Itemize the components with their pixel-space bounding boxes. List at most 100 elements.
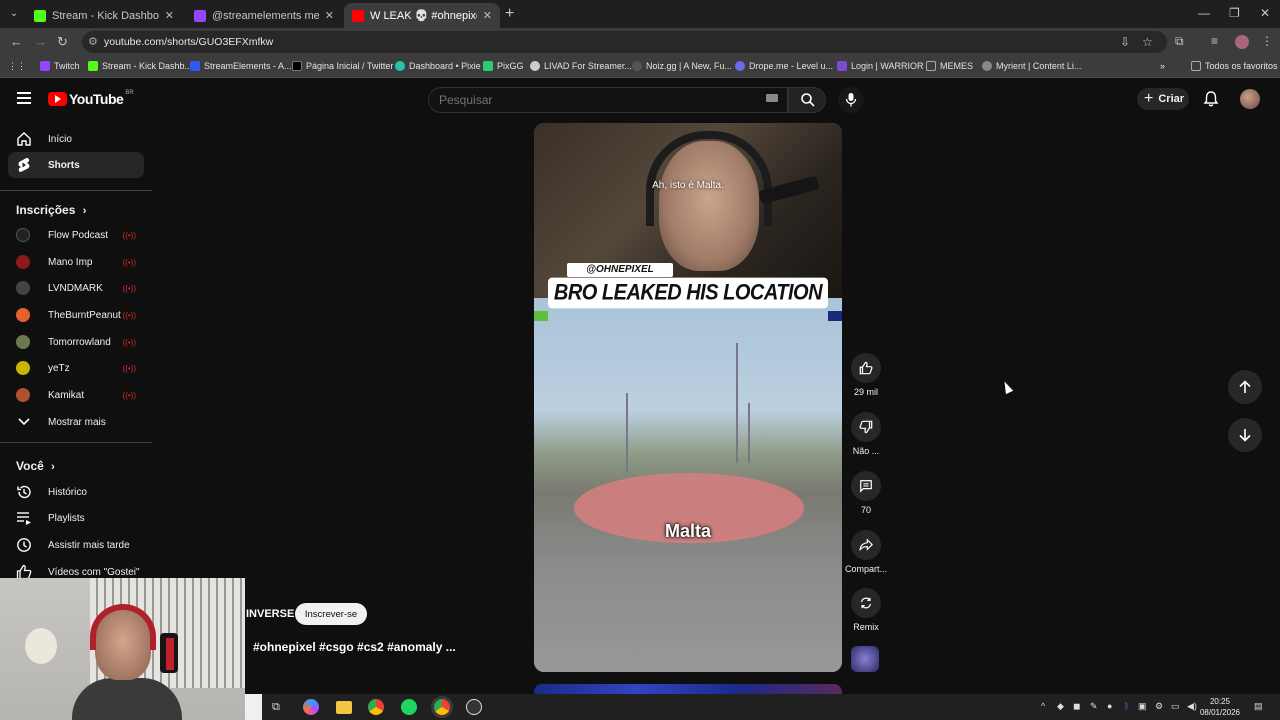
taskbar-clock[interactable]: 20:25 08/01/2026 xyxy=(1198,696,1242,718)
search-button[interactable] xyxy=(788,87,826,113)
playlists-icon xyxy=(16,510,32,526)
keyboard-icon[interactable] xyxy=(766,94,778,102)
bookmark-item[interactable]: Login | WARRIOR xyxy=(837,61,924,71)
dislike-circle xyxy=(851,412,881,442)
short-channel-name[interactable]: INVERSE xyxy=(246,608,294,620)
sidebar-divider xyxy=(0,190,152,191)
chrome-menu-icon[interactable]: ⋮ xyxy=(1261,34,1273,48)
bell-icon xyxy=(1203,91,1219,107)
taskbar-search-box[interactable] xyxy=(245,694,262,720)
bookmark-item[interactable]: LIVAD For Streamer... xyxy=(530,61,632,71)
like-button[interactable]: 29 mil xyxy=(842,353,890,397)
chrome-icon[interactable] xyxy=(368,699,384,715)
next-short-button[interactable] xyxy=(1228,418,1262,452)
bookmark-item[interactable]: Stream - Kick Dashb... xyxy=(88,61,192,71)
tray-app-icon[interactable]: ● xyxy=(1107,701,1112,711)
tray-app-icon[interactable]: ◼ xyxy=(1073,701,1080,712)
sidebar-item-flow-podcast[interactable]: Flow Podcast ((•)) xyxy=(8,222,144,248)
browser-tab[interactable]: @streamelements mention ✕ xyxy=(186,3,342,28)
sidebar-item-mano-imp[interactable]: Mano Imp ((•)) xyxy=(8,249,144,275)
show-more-button[interactable]: Mostrar mais xyxy=(8,409,144,435)
search-input[interactable] xyxy=(439,93,739,107)
back-icon[interactable]: ← xyxy=(10,34,23,49)
previous-short-button[interactable] xyxy=(1228,370,1262,404)
bookmark-folder[interactable]: MEMES xyxy=(926,61,973,71)
site-info-icon[interactable]: ⚙ xyxy=(88,35,98,48)
sidebar-item-shorts[interactable]: Shorts xyxy=(8,152,144,178)
headphones-shape xyxy=(646,131,772,226)
close-tab-icon[interactable]: ✕ xyxy=(483,9,492,22)
browser-tab-active[interactable]: W LEAK 💀 #ohnepixel #cs ✕ xyxy=(344,3,500,28)
install-app-icon[interactable]: ⇩ xyxy=(1120,35,1130,49)
bookmark-item[interactable]: StreamElements - A... xyxy=(190,61,292,71)
bluetooth-icon[interactable]: ᛒ xyxy=(1124,701,1129,711)
tab-search-icon[interactable]: ⌄ xyxy=(6,6,22,22)
short-video-player[interactable]: Ah, isto é Malta. @OHNEPIXEL BRO LEAKED … xyxy=(534,123,842,672)
sidebar-item-history[interactable]: Histórico xyxy=(8,479,144,505)
reload-icon[interactable]: ↻ xyxy=(57,34,68,50)
all-bookmarks-folder[interactable]: Todos os favoritos xyxy=(1191,61,1278,71)
copilot-icon[interactable] xyxy=(303,699,319,715)
spotify-icon[interactable] xyxy=(401,699,417,715)
audio-source-thumbnail[interactable] xyxy=(851,646,879,672)
notifications-button[interactable] xyxy=(1203,90,1219,113)
network-icon[interactable]: ▭ xyxy=(1171,701,1180,712)
bookmark-item[interactable]: Noiz.gg | A New, Fu... xyxy=(632,61,732,71)
sidebar-item-theburntpeanut[interactable]: TheBurntPeanut ((•)) xyxy=(8,302,144,328)
dislike-button[interactable]: Não ... xyxy=(842,412,890,456)
task-view-icon[interactable]: ⧉ xyxy=(272,701,280,714)
home-icon xyxy=(16,131,32,147)
close-window-icon[interactable]: ✕ xyxy=(1260,6,1270,20)
show-hidden-icons[interactable]: ^ xyxy=(1041,701,1045,711)
bookmark-item[interactable]: Twitch xyxy=(40,61,80,71)
browser-profile-avatar[interactable] xyxy=(1235,35,1249,49)
bookmark-star-icon[interactable]: ☆ xyxy=(1142,35,1153,49)
remix-button[interactable]: Remix xyxy=(842,588,890,632)
bookmark-item[interactable]: Myrient | Content Li... xyxy=(982,61,1081,71)
sidebar-item-yetz[interactable]: yeTz ((•)) xyxy=(8,355,144,381)
media-control-icon[interactable]: ≡ xyxy=(1211,34,1218,48)
create-button[interactable]: + Criar xyxy=(1137,88,1189,110)
bookmark-item[interactable]: Dashboard • Pixie xyxy=(395,61,481,71)
subscribe-button[interactable]: Inscrever-se xyxy=(295,603,367,625)
forward-icon[interactable]: → xyxy=(34,34,47,49)
account-avatar[interactable] xyxy=(1240,89,1260,109)
minimize-icon[interactable]: — xyxy=(1198,6,1210,20)
tray-app-icon[interactable]: ▣ xyxy=(1138,701,1147,712)
close-tab-icon[interactable]: ✕ xyxy=(165,9,174,22)
tray-app-icon[interactable]: ✎ xyxy=(1090,701,1098,712)
apps-icon[interactable]: ⋮⋮ xyxy=(8,61,26,72)
sidebar-item-watch-later[interactable]: Assistir mais tarde xyxy=(8,532,144,558)
more-bookmarks-icon[interactable]: » xyxy=(1160,61,1165,71)
chrome-active-icon[interactable] xyxy=(434,699,450,715)
address-bar[interactable]: ⚙ youtube.com/shorts/GUO3EFXmfkw ⇩ ☆ xyxy=(82,31,1167,53)
file-explorer-icon[interactable] xyxy=(336,701,352,714)
subscriptions-heading[interactable]: Inscrições › xyxy=(16,203,86,217)
sidebar-item-playlists[interactable]: Playlists xyxy=(8,505,144,531)
voice-search-button[interactable] xyxy=(838,87,864,113)
bookmark-item[interactable]: Drope.me - Level u... xyxy=(735,61,833,71)
restore-icon[interactable]: ❐ xyxy=(1229,6,1240,20)
sidebar-item-kamikat[interactable]: Kamikat ((•)) xyxy=(8,382,144,408)
you-heading[interactable]: Você › xyxy=(16,459,55,473)
new-tab-icon[interactable]: + xyxy=(505,5,514,23)
tray-app-icon[interactable]: ⚙ xyxy=(1155,701,1163,712)
sidebar-item-lvndmark[interactable]: LVNDMARK ((•)) xyxy=(8,275,144,301)
notification-center-icon[interactable]: ▤ xyxy=(1254,701,1263,712)
bookmark-item[interactable]: PixGG xyxy=(483,61,524,71)
sidebar-item-home[interactable]: Início xyxy=(8,126,144,152)
comments-button[interactable]: 70 xyxy=(842,471,890,515)
youtube-logo[interactable]: YouTube BR xyxy=(48,90,134,107)
browser-tab[interactable]: Stream - Kick Dashboard ✕ xyxy=(26,3,182,28)
volume-icon[interactable]: ◀) xyxy=(1187,701,1197,712)
menu-icon[interactable] xyxy=(17,92,31,104)
tray-app-icon[interactable]: ◆ xyxy=(1057,701,1064,712)
short-hashtags[interactable]: #ohnepixel #csgo #cs2 #anomaly ... xyxy=(253,640,456,654)
sidebar-item-tomorrowland[interactable]: Tomorrowland ((•)) xyxy=(8,329,144,355)
obs-icon[interactable] xyxy=(466,699,482,715)
share-button[interactable]: Compart... xyxy=(842,530,890,574)
extensions-icon[interactable]: ⧉ xyxy=(1175,34,1184,49)
next-short-preview[interactable] xyxy=(534,684,842,694)
close-tab-icon[interactable]: ✕ xyxy=(325,9,334,22)
bookmark-item[interactable]: Página Inicial / Twitter xyxy=(292,61,393,71)
